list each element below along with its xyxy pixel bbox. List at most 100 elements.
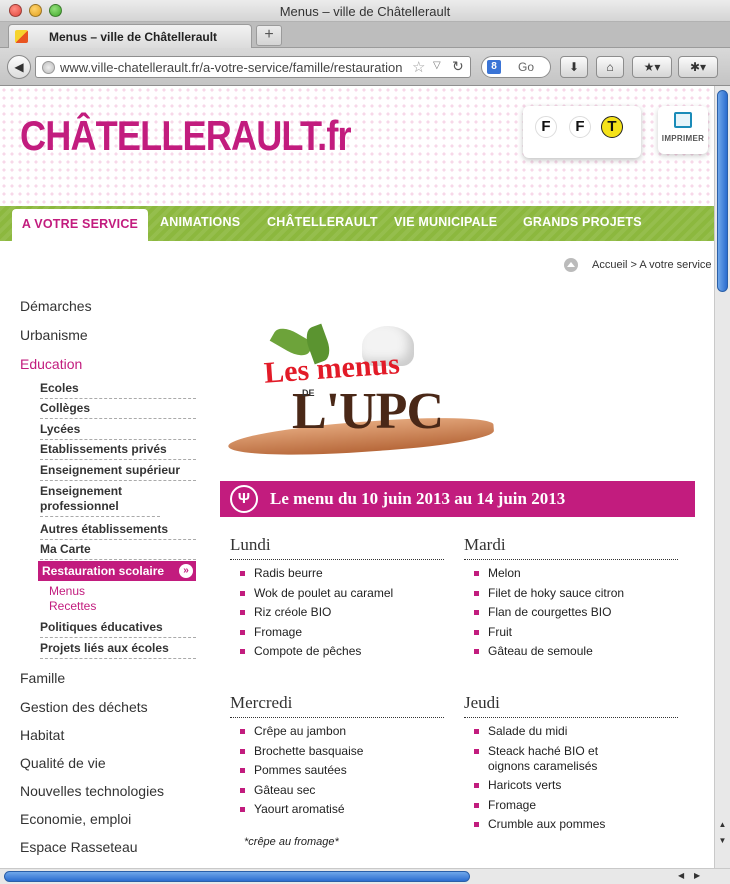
dish-item: Fromage [230, 625, 444, 640]
main-navigation: A VOTRE SERVICE ANIMATIONS CHÂTELLERAULT… [0, 206, 714, 241]
dish-item: Flan de courgettes BIO [464, 605, 678, 620]
sidebar-item-economie-emploi[interactable]: Economie, emploi [20, 811, 131, 827]
search-input[interactable]: 8 Go [481, 56, 551, 78]
contrast-toggle-button[interactable]: T [601, 116, 623, 138]
bookmarks-button[interactable]: ★▾ [632, 56, 672, 78]
nav-chatellerault[interactable]: CHÂTELLERAULT [267, 206, 378, 241]
new-tab-button[interactable]: + [256, 25, 282, 46]
search-engine-icon[interactable]: 8 [487, 60, 501, 74]
dish-item: Haricots verts [464, 778, 678, 793]
dish-item: Pommes sautées [230, 763, 444, 778]
dish-item: Compote de pêches [230, 644, 444, 659]
day-column-jeudi: Jeudi Salade du midi Steack haché BIO et… [464, 693, 678, 837]
sidebar-item-education[interactable]: Education [20, 356, 82, 372]
dish-list: Melon Filet de hoky sauce citron Flan de… [464, 566, 678, 659]
dish-item: Yaourt aromatisé [230, 802, 444, 817]
breadcrumb-text[interactable]: Accueil > A votre service > [592, 259, 714, 271]
sidebar-sub-ecoles[interactable]: Ecoles [40, 381, 196, 399]
tab-bar: Menus – ville de Châtellerault + [0, 22, 730, 48]
printer-icon [674, 112, 692, 128]
sidebar-item-famille[interactable]: Famille [20, 670, 65, 686]
sidebar-sub-projets-ecoles[interactable]: Projets liés aux écoles [40, 641, 196, 659]
vertical-scrollbar[interactable]: ▲ ▼ [714, 86, 730, 868]
history-dropdown-icon[interactable]: ▽ [433, 60, 441, 71]
address-bar[interactable]: www.ville-chatellerault.fr/a-votre-servi… [35, 56, 471, 78]
scroll-up-icon[interactable]: ▲ [717, 820, 728, 832]
sidebar-sub-autres-etablissements[interactable]: Autres établissements [40, 522, 196, 540]
sidebar-item-habitat[interactable]: Habitat [20, 727, 64, 743]
site-logo[interactable]: CHÂTELLERAULT.fr [20, 112, 352, 160]
font-decrease-button[interactable]: F [535, 116, 557, 138]
sidebar-sub-ma-carte[interactable]: Ma Carte [40, 542, 196, 560]
sidebar-sub-enseignement-professionnel[interactable]: Enseignement professionnel [40, 484, 160, 517]
browser-toolbar: ◀ www.ville-chatellerault.fr/a-votre-ser… [0, 48, 730, 86]
tab-title: Menus – ville de Châtellerault [49, 30, 218, 44]
sidebar-item-demarches[interactable]: Démarches [20, 298, 92, 314]
sidebar-sub-etablissements-prives[interactable]: Etablissements privés [40, 442, 196, 460]
accessibility-panel: F F T [523, 106, 641, 158]
extensions-button[interactable]: ✱▾ [678, 56, 718, 78]
home-icon[interactable] [564, 258, 578, 272]
dish-item: Fruit [464, 625, 678, 640]
chevron-right-icon: » [179, 564, 193, 578]
nav-animations[interactable]: ANIMATIONS [160, 206, 240, 241]
horizontal-scroll-thumb[interactable] [4, 871, 470, 882]
print-button[interactable]: IMPRIMER [658, 106, 708, 154]
sidebar-link-recettes[interactable]: Recettes [49, 599, 96, 613]
dish-item: Steack haché BIO et oignons caramelisés [464, 744, 634, 774]
fork-icon: Ψ [230, 485, 258, 513]
dish-item: Salade du midi [464, 724, 678, 739]
sidebar-sub-lycees[interactable]: Lycées [40, 422, 196, 440]
sidebar-item-qualite-vie[interactable]: Qualité de vie [20, 755, 106, 771]
scroll-down-icon[interactable]: ▼ [717, 836, 728, 848]
nav-a-votre-service[interactable]: A VOTRE SERVICE [12, 209, 148, 241]
menus-upc-banner: Les menus L'UPC DE [222, 322, 498, 464]
sidebar-item-nouvelles-technologies[interactable]: Nouvelles technologies [20, 783, 164, 799]
dish-item: Wok de poulet au caramel [230, 586, 444, 601]
downloads-button[interactable]: ⬇ [560, 56, 588, 78]
dish-item: Gâteau de semoule [464, 644, 678, 659]
day-column-lundi: Lundi Radis beurre Wok de poulet au cara… [230, 535, 444, 664]
day-name: Jeudi [464, 693, 678, 718]
dish-item: Radis beurre [230, 566, 444, 581]
browser-tab[interactable]: Menus – ville de Châtellerault [8, 24, 252, 48]
url-text[interactable]: www.ville-chatellerault.fr/a-votre-servi… [60, 60, 410, 75]
nav-vie-municipale[interactable]: VIE MUNICIPALE [394, 206, 497, 241]
day-column-mercredi: Mercredi Crêpe au jambon Brochette basqu… [230, 693, 444, 822]
banner-upc: L'UPC [292, 383, 444, 440]
dish-item: Riz créole BIO [230, 605, 444, 620]
reload-icon[interactable]: ↻ [452, 58, 464, 75]
banner-de: DE [302, 388, 315, 398]
star-icon[interactable]: ☆ [412, 58, 425, 76]
scroll-left-icon[interactable]: ◀ [678, 871, 684, 880]
window-titlebar: Menus – ville de Châtellerault [0, 0, 730, 22]
search-placeholder: Go [518, 60, 535, 74]
horizontal-scrollbar[interactable]: ◀ ▶ [0, 868, 730, 884]
sidebar-link-menus[interactable]: Menus [49, 584, 85, 598]
back-button[interactable]: ◀ [7, 55, 31, 79]
sidebar-item-gestion-dechets[interactable]: Gestion des déchets [20, 699, 148, 715]
menu-title: Le menu du 10 juin 2013 au 14 juin 2013 [270, 489, 566, 508]
home-button[interactable]: ⌂ [596, 56, 624, 78]
vertical-scroll-thumb[interactable] [717, 90, 728, 292]
sidebar-sub-politiques-educatives[interactable]: Politiques éducatives [40, 620, 196, 638]
dish-item: Gâteau sec [230, 783, 444, 798]
nav-grands-projets[interactable]: GRANDS PROJETS [523, 206, 642, 241]
font-increase-button[interactable]: F [569, 116, 591, 138]
dish-item: Crêpe au jambon [230, 724, 444, 739]
menu-title-bar: Ψ Le menu du 10 juin 2013 au 14 juin 201… [220, 481, 695, 517]
scroll-right-icon[interactable]: ▶ [694, 871, 700, 880]
sidebar-sub-colleges[interactable]: Collèges [40, 401, 196, 419]
dish-list: Salade du midi Steack haché BIO et oigno… [464, 724, 678, 832]
dish-list: Crêpe au jambon Brochette basquaise Pomm… [230, 724, 444, 817]
dish-item: Fromage [464, 798, 678, 813]
sidebar-sub-enseignement-superieur[interactable]: Enseignement supérieur [40, 463, 196, 481]
window-title: Menus – ville de Châtellerault [279, 4, 451, 19]
dish-list: Radis beurre Wok de poulet au caramel Ri… [230, 566, 444, 659]
sidebar-item-espace-rasseteau[interactable]: Espace Rasseteau [20, 839, 138, 855]
sidebar-item-urbanisme[interactable]: Urbanisme [20, 327, 88, 343]
day-name: Lundi [230, 535, 444, 560]
day-name: Mardi [464, 535, 678, 560]
day-name: Mercredi [230, 693, 444, 718]
sidebar-sub-restauration-scolaire[interactable]: Restauration scolaire » [38, 561, 196, 581]
